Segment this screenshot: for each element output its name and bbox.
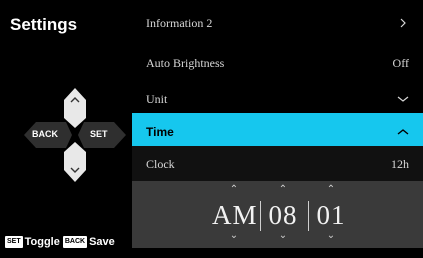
hour-field[interactable]: ⌃ 08 ⌄ [263, 181, 303, 248]
chevron-up-icon [397, 126, 409, 138]
save-hint: Save [89, 236, 115, 248]
minute-field[interactable]: ⌃ 01 ⌄ [311, 181, 351, 248]
menu-item-value: Off [392, 55, 409, 70]
menu-item-auto-brightness[interactable]: Auto Brightness Off [132, 44, 423, 82]
toggle-hint: Toggle [24, 236, 60, 248]
menu-item-clock[interactable]: Clock 12h [132, 146, 423, 182]
chevron-right-icon [397, 17, 409, 29]
menu-item-label: Auto Brightness [146, 55, 225, 70]
chevron-down-icon [397, 93, 409, 105]
dpad-up-button[interactable] [64, 88, 86, 128]
menu-item-label: Time [146, 125, 174, 139]
menu-item-label: Unit [146, 91, 168, 106]
menu-item-label: Information 2 [146, 15, 213, 30]
field-divider [308, 201, 309, 231]
period-field[interactable]: ⌃ AM ⌄ [212, 181, 258, 248]
set-key-chip: SET [5, 236, 23, 248]
time-picker: ⌃ AM ⌄ ⌃ 08 ⌄ ⌃ 01 ⌄ [132, 181, 423, 248]
increment-hour-icon[interactable]: ⌃ [263, 184, 303, 195]
increment-period-icon[interactable]: ⌃ [212, 184, 256, 195]
back-key-chip: BACK [62, 236, 88, 248]
dpad-control: BACK SET [22, 82, 128, 188]
decrement-hour-icon[interactable]: ⌄ [263, 230, 303, 241]
minute-value: 01 [316, 200, 346, 230]
increment-minute-icon[interactable]: ⌃ [311, 184, 351, 195]
field-divider [260, 201, 261, 231]
dpad-set-label: SET [90, 129, 108, 139]
decrement-minute-icon[interactable]: ⌄ [311, 230, 351, 241]
dpad-back-label: BACK [32, 129, 58, 139]
menu-item-value: 12h [391, 156, 409, 171]
decrement-period-icon[interactable]: ⌄ [212, 230, 256, 241]
menu-item-label: Clock [146, 156, 175, 171]
dpad-down-button[interactable] [64, 142, 86, 182]
menu-item-information-2[interactable]: Information 2 [132, 4, 423, 42]
key-hint-footer: SET Toggle BACK Save [5, 235, 118, 249]
period-value: AM [212, 200, 258, 230]
settings-screen: Settings BACK SET SET Toggle BACK Save I… [0, 0, 423, 258]
page-title: Settings [10, 15, 78, 34]
hour-value: 08 [268, 200, 298, 230]
